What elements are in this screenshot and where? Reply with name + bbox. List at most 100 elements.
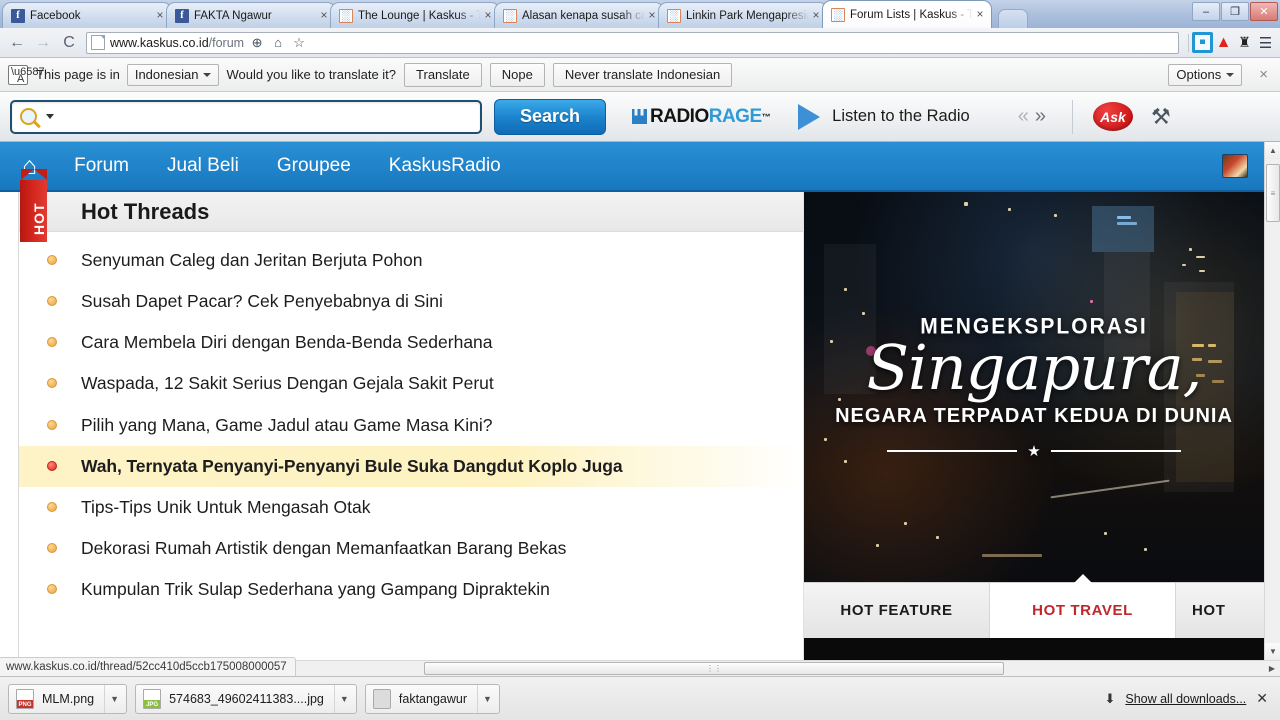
list-item[interactable]: Tips-Tips Unik Untuk Mengasah Otak xyxy=(19,487,803,528)
toolbar-divider xyxy=(1071,99,1073,134)
chevron-down-icon[interactable] xyxy=(46,114,54,119)
grid-extension-icon[interactable] xyxy=(1192,32,1213,53)
tab-title: Forum Lists | Kaskus - The xyxy=(850,8,973,21)
list-item[interactable]: Pilih yang Mana, Game Jadul atau Game Ma… xyxy=(19,405,803,446)
chevron-down-icon[interactable]: ▼ xyxy=(104,684,124,713)
show-all-downloads-link[interactable]: Show all downloads... xyxy=(1125,692,1246,706)
nav-item-groupee[interactable]: Groupee xyxy=(258,142,370,191)
list-item[interactable]: Cara Membela Diri dengan Benda-Benda Sed… xyxy=(19,322,803,363)
divider-line-right xyxy=(1050,449,1181,452)
tab-strip: Facebook × FAKTA Ngawur × The Lounge | K… xyxy=(0,0,1280,28)
download-arrow-icon: ⬇ xyxy=(1104,690,1116,706)
thread-title: Tips-Tips Unik Untuk Mengasah Otak xyxy=(81,496,371,517)
nav-item-forum[interactable]: Forum xyxy=(55,142,148,191)
jpg-file-icon: JPG xyxy=(143,688,162,709)
scroll-down-icon[interactable]: ▼ xyxy=(1265,643,1280,660)
ask-logo-icon[interactable]: Ask xyxy=(1092,102,1133,131)
list-item[interactable]: Waspada, 12 Sakit Serius Dengan Gejala S… xyxy=(19,363,803,404)
scroll-up-icon[interactable]: ▲ xyxy=(1265,142,1280,159)
minimize-button[interactable]: – xyxy=(1192,2,1220,21)
tab-hot-feature[interactable]: HOT FEATURE xyxy=(804,583,990,638)
next-station-icon[interactable]: » xyxy=(1035,105,1046,128)
download-shelf-actions: ⬇ Show all downloads... ✕ xyxy=(1104,690,1272,707)
chevron-down-icon xyxy=(1226,72,1235,77)
forward-icon[interactable]: → xyxy=(30,31,56,55)
thread-title: Susah Dapet Pacar? Cek Penyebabnya di Si… xyxy=(81,291,443,312)
vertical-scrollbar[interactable]: ▲ ≡ ▼ xyxy=(1264,142,1280,660)
options-button[interactable]: Options xyxy=(1168,63,1243,86)
chevron-down-icon[interactable]: ▼ xyxy=(477,684,497,713)
scroll-right-icon[interactable]: ▶ xyxy=(1264,661,1280,676)
maximize-button[interactable]: ❐ xyxy=(1221,2,1249,21)
promo-banner-image[interactable]: MENGEKSPLORASI Singapura, NEGARA TERPADA… xyxy=(804,192,1264,582)
language-select[interactable]: Indonesian xyxy=(126,63,220,86)
bullet-icon xyxy=(47,501,57,512)
ask-search-field[interactable] xyxy=(10,99,482,134)
list-item[interactable]: Senyuman Caleg dan Jeritan Berjuta Pohon xyxy=(19,240,803,281)
translate-button[interactable]: Translate xyxy=(404,62,482,87)
browser-tab-1[interactable]: FAKTA Ngawur × xyxy=(166,2,336,28)
list-item[interactable]: Susah Dapet Pacar? Cek Penyebabnya di Si… xyxy=(19,281,803,322)
tab-close-icon[interactable]: × xyxy=(153,8,167,23)
new-tab-button[interactable] xyxy=(998,9,1028,28)
tab-hot-travel[interactable]: HOT TRAVEL xyxy=(990,574,1176,638)
back-icon[interactable]: ← xyxy=(4,31,30,55)
nav-item-kaskusradio[interactable]: KaskusRadio xyxy=(370,142,520,191)
radio-station-controls: « » xyxy=(1018,105,1046,128)
browser-tab-4[interactable]: Linkin Park Mengapresiasi × xyxy=(658,2,828,28)
zoom-icon[interactable]: ⊕ xyxy=(248,34,266,52)
nav-item-jual-beli[interactable]: Jual Beli xyxy=(148,142,258,191)
tab-close-icon[interactable]: × xyxy=(809,8,823,23)
never-translate-button[interactable]: Never translate Indonesian xyxy=(552,62,733,87)
bullet-icon xyxy=(47,584,57,594)
vertical-scroll-thumb[interactable]: ≡ xyxy=(1266,164,1280,222)
list-item[interactable]: Kumpulan Trik Sulap Sederhana yang Gampa… xyxy=(19,569,803,610)
promo-panel: MENGEKSPLORASI Singapura, NEGARA TERPADA… xyxy=(804,192,1264,660)
reload-icon[interactable]: C xyxy=(56,31,82,55)
chrome-menu-icon[interactable]: ☰ xyxy=(1255,32,1276,53)
close-download-shelf-icon[interactable]: ✕ xyxy=(1256,690,1268,707)
tab-title: Linkin Park Mengapresiasi xyxy=(686,9,809,22)
tab-close-icon[interactable]: × xyxy=(645,8,659,23)
close-infobar-icon[interactable]: × xyxy=(1255,66,1272,83)
prev-station-icon[interactable]: « xyxy=(1018,105,1029,128)
kaskus-icon xyxy=(503,8,517,23)
kaskus-icon xyxy=(339,8,353,23)
listen-to-radio-button[interactable]: Listen to the Radio xyxy=(798,103,970,130)
omnibox-actions: ⊕ ⌂ ☆ xyxy=(248,34,308,52)
adobe-triangle-icon[interactable]: ▲ xyxy=(1213,32,1234,53)
home-icon[interactable]: ⌂ xyxy=(269,34,287,52)
search-input[interactable] xyxy=(54,108,472,125)
browser-tab-0[interactable]: Facebook × xyxy=(2,2,172,28)
chevron-down-icon[interactable]: ▼ xyxy=(333,684,354,713)
tab-close-icon[interactable]: × xyxy=(973,7,987,22)
download-item[interactable]: PNG MLM.png ▼ xyxy=(8,683,128,714)
equalizer-icon xyxy=(632,109,647,124)
browser-tab-5-active[interactable]: Forum Lists | Kaskus - The × xyxy=(822,0,992,28)
magic-hat-icon[interactable]: ♜ xyxy=(1234,32,1255,53)
download-filename: MLM.png xyxy=(42,691,95,706)
tab-hot-truncated[interactable]: HOT xyxy=(1176,583,1264,638)
nope-button[interactable]: Nope xyxy=(489,62,545,87)
thread-title: Waspada, 12 Sakit Serius Dengan Gejala S… xyxy=(81,373,494,394)
download-filename: faktangawur xyxy=(398,691,467,706)
translate-right-group: Options × xyxy=(1161,63,1272,86)
tab-title: FAKTA Ngawur xyxy=(194,9,272,22)
browser-tab-3[interactable]: Alasan kenapa susah cari × xyxy=(494,2,664,28)
download-item[interactable]: faktangawur ▼ xyxy=(364,683,500,714)
close-window-button[interactable]: ✕ xyxy=(1250,2,1278,21)
list-item-highlighted[interactable]: Wah, Ternyata Penyanyi-Penyanyi Bule Suk… xyxy=(19,445,803,487)
address-bar[interactable]: www.kaskus.co.id/forum ⊕ ⌂ ☆ xyxy=(86,31,1179,54)
search-button[interactable]: Search xyxy=(494,98,606,135)
bookmark-star-icon[interactable]: ☆ xyxy=(290,34,308,52)
tools-wrench-icon[interactable]: ⚒ xyxy=(1151,104,1171,130)
download-item[interactable]: JPG 574683_49602411383....jpg ▼ xyxy=(135,683,357,714)
user-avatar[interactable] xyxy=(1222,154,1248,178)
bullet-icon xyxy=(47,296,57,307)
facebook-icon xyxy=(11,8,25,23)
browser-tab-2[interactable]: The Lounge | Kaskus - The × xyxy=(330,2,500,28)
tab-close-icon[interactable]: × xyxy=(481,8,495,23)
list-item[interactable]: Dekorasi Rumah Artistik dengan Memanfaat… xyxy=(19,528,803,569)
horizontal-scroll-thumb[interactable]: ⋮⋮ xyxy=(424,662,1004,675)
tab-close-icon[interactable]: × xyxy=(317,8,331,23)
